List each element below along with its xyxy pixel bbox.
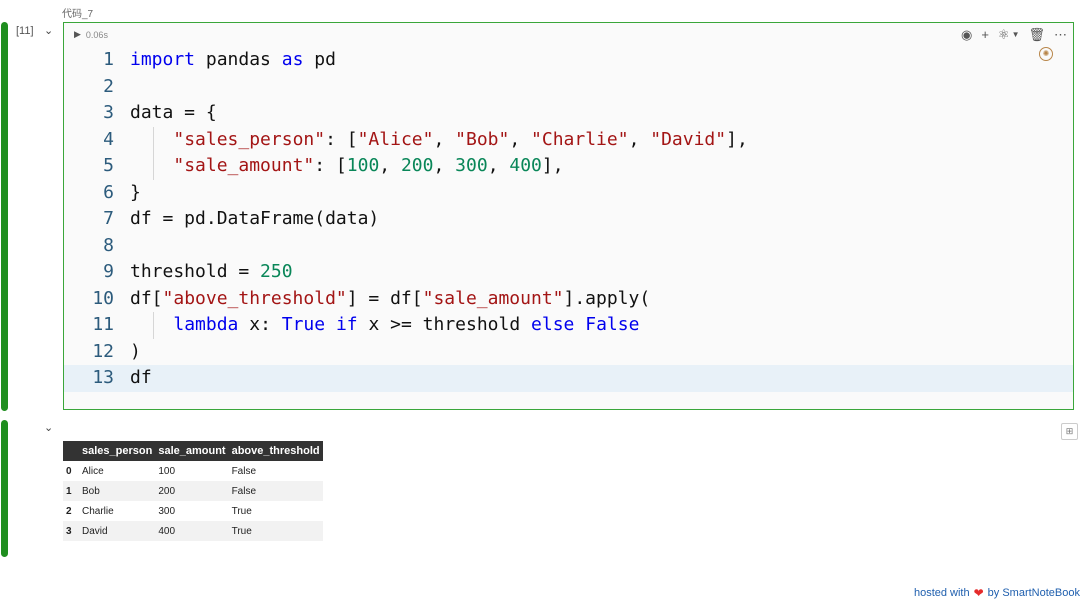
table-cell: 200	[155, 481, 229, 501]
table-cell-index: 1	[63, 481, 79, 501]
code-line[interactable]: 1 import pandas as pd	[64, 47, 1073, 74]
line-number: 8	[103, 234, 114, 256]
code-text: "sale_amount": [100, 200, 300, 400],	[173, 155, 564, 176]
table-cell-index: 3	[63, 521, 79, 541]
table-cell: False	[228, 481, 323, 501]
table-row: 2 Charlie 300 True	[63, 501, 323, 521]
output-collapse-icon[interactable]: ⌄	[44, 421, 53, 434]
table-row: 1 Bob 200 False	[63, 481, 323, 501]
footer-link[interactable]: by SmartNoteBook	[988, 587, 1080, 599]
line-number: 9	[103, 261, 114, 282]
code-line[interactable]: 9 threshold = 250	[64, 259, 1073, 286]
code-text: import pandas as pd	[130, 49, 336, 70]
table-header-row: sales_person sale_amount above_threshold	[63, 441, 323, 461]
output-left-bar[interactable]	[1, 420, 8, 557]
line-number: 11	[92, 314, 114, 335]
eye-icon[interactable]: ◉	[961, 26, 972, 44]
code-line[interactable]: 11 lambda x: True if x >= threshold else…	[64, 312, 1073, 339]
run-duration: 0.06s	[85, 29, 108, 40]
table-header-above-threshold: above_threshold	[228, 441, 323, 461]
code-cell[interactable]: ▶ 0.06s ◉ + ⚛ ▼ 🗑 ⋯ ✺ 1 import pandas as …	[63, 22, 1074, 410]
line-number: 4	[103, 128, 114, 150]
code-line[interactable]: 6}	[64, 180, 1073, 207]
line-number: 12	[92, 340, 114, 362]
trash-icon[interactable]: 🗑	[1028, 26, 1045, 44]
line-number: 13	[92, 367, 114, 388]
chevron-down-icon[interactable]: ⌄	[44, 24, 53, 37]
code-text: }	[130, 181, 141, 203]
footer-prefix: hosted with	[913, 587, 970, 599]
line-number: 5	[103, 155, 114, 176]
more-icon[interactable]: ⋯	[1054, 26, 1067, 44]
plus-icon[interactable]: +	[981, 26, 989, 44]
table-header-sales-person: sales_person	[79, 441, 156, 461]
code-text: )	[130, 340, 141, 362]
code-line[interactable]: 5 "sale_amount": [100, 200, 300, 400],	[64, 153, 1073, 180]
line-number: 7	[103, 208, 114, 229]
code-text: df = pd.DataFrame(data)	[130, 208, 380, 229]
cell-label: 代码_7	[62, 9, 94, 20]
table-header-index	[63, 441, 79, 461]
code-line[interactable]: 3 data = {	[64, 100, 1073, 127]
code-line[interactable]: 13 df	[64, 365, 1073, 392]
table-cell: True	[228, 521, 323, 541]
code-text: df	[130, 367, 152, 388]
line-number: 3	[103, 102, 114, 123]
table-cell: 100	[158, 465, 176, 477]
code-text: lambda x: True if x >= threshold else Fa…	[173, 314, 640, 335]
dropdown-icon[interactable]: ▼	[1012, 26, 1020, 44]
run-area: ▶ 0.06s	[74, 29, 108, 40]
table-row: 0 Alice 100 False	[63, 461, 323, 481]
line-number: 2	[103, 75, 114, 97]
table-cell-index: 2	[66, 505, 72, 517]
table-cell: David	[79, 521, 156, 541]
code-text: threshold = 250	[130, 261, 293, 282]
table-cell-index: 0	[66, 465, 72, 477]
line-number: 1	[103, 49, 114, 70]
code-text: df["above_threshold"] = df["sale_amount"…	[130, 287, 651, 309]
code-line[interactable]: 4 "sales_person": ["Alice", "Bob", "Char…	[64, 126, 1073, 153]
table-row: 3 David 400 True	[63, 521, 323, 541]
line-number: 6	[103, 181, 114, 203]
code-line[interactable]: 2	[64, 74, 1073, 101]
table-header-sale-amount: sale_amount	[155, 441, 229, 461]
table-cell: True	[231, 505, 252, 517]
table-cell: Charlie	[82, 505, 114, 517]
cell-left-bar[interactable]	[1, 22, 8, 411]
code-line[interactable]: 10 df["above_threshold"] = df["sale_amoun…	[64, 286, 1073, 313]
table-cell: False	[231, 465, 257, 477]
code-text: data = {	[130, 102, 217, 123]
expand-icon[interactable]: ⊞	[1061, 423, 1078, 440]
code-line[interactable]: 12)	[64, 339, 1073, 366]
table-cell: 400	[155, 521, 229, 541]
code-text: "sales_person": ["Alice", "Bob", "Charli…	[173, 128, 748, 150]
table-cell: Alice	[82, 465, 104, 477]
run-icon[interactable]: ▶	[74, 29, 81, 40]
footer: hosted with ❤ by SmartNoteBook	[914, 586, 1080, 600]
table-cell: Bob	[79, 481, 156, 501]
code-line[interactable]: 7 df = pd.DataFrame(data)	[64, 206, 1073, 233]
execution-count: [11]	[16, 25, 34, 37]
cell-toolbar: ◉ + ⚛ ▼ 🗑 ⋯	[961, 26, 1067, 44]
heart-icon: ❤	[973, 586, 984, 600]
line-number: 10	[92, 287, 114, 309]
table-cell: 300	[158, 505, 176, 517]
python-icon[interactable]: ⚛	[998, 26, 1010, 44]
code-editor[interactable]: 1 import pandas as pd 2 3 data = { 4 "sales_p…	[64, 47, 1073, 392]
code-line[interactable]: 8	[64, 233, 1073, 260]
output-dataframe: sales_person sale_amount above_threshold…	[63, 441, 323, 541]
